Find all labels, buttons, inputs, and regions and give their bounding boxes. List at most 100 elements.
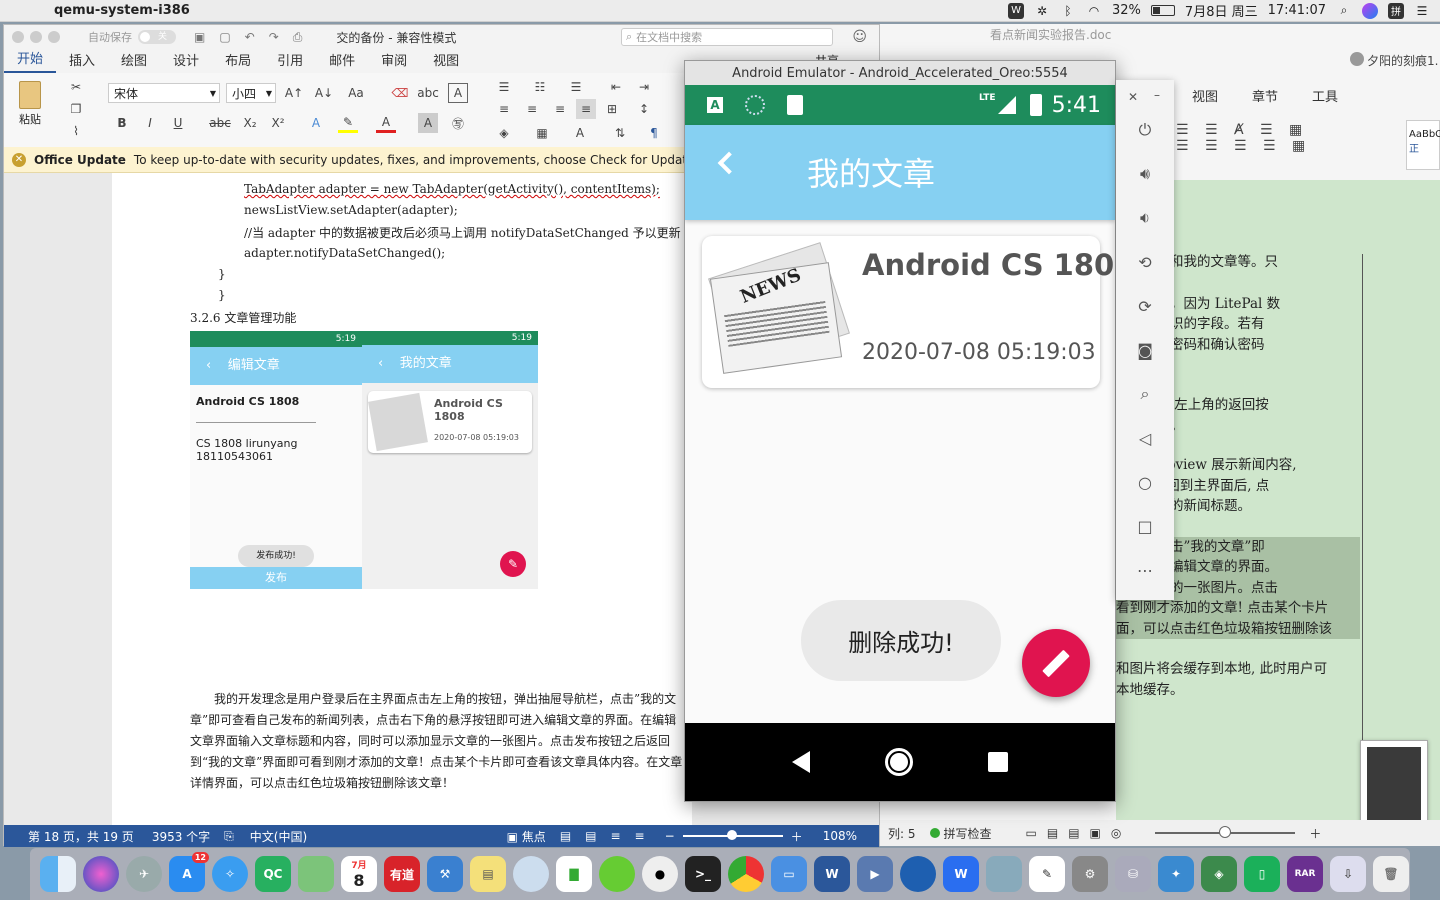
rotate-left-icon[interactable]: ⟲	[1131, 248, 1159, 276]
cut-icon[interactable]: ✂	[66, 77, 86, 97]
proofing-icon[interactable]: ⎘	[224, 829, 234, 844]
tab-view[interactable]: 视图	[420, 50, 472, 73]
language[interactable]: 中文(中国)	[250, 828, 307, 845]
gear-tray-icon[interactable]: ✲	[1034, 3, 1050, 19]
align-center-icon[interactable]: ≡	[522, 99, 542, 119]
tab-chapter[interactable]: 章节	[1252, 86, 1278, 118]
tab-tools[interactable]: 工具	[1312, 86, 1338, 118]
volume-up-icon[interactable]: 🔊︎	[1131, 160, 1159, 188]
green-tool-icon[interactable]: ▯	[1244, 856, 1280, 892]
strikethrough-icon[interactable]: abc	[209, 113, 231, 133]
tab-design[interactable]: 设计	[160, 50, 212, 73]
grow-font-icon[interactable]: A↑	[284, 83, 304, 103]
rotate-right-icon[interactable]: ⟳	[1131, 292, 1159, 320]
siri-icon[interactable]	[1362, 2, 1378, 19]
nav-recents-icon[interactable]	[987, 752, 1008, 772]
minimize-icon[interactable]: –	[1154, 88, 1160, 102]
keynote-icon[interactable]: ▭	[771, 856, 807, 892]
align-left-icon[interactable]: ≡	[494, 99, 514, 119]
phonetic-icon[interactable]: abc	[417, 83, 439, 103]
zoom-out-icon[interactable]: −	[665, 829, 675, 843]
quick-toolbar-icons[interactable]: ▣▢↶↷⎙	[194, 30, 316, 45]
text-effects-icon[interactable]: A	[306, 113, 326, 133]
android-studio-icon[interactable]: ✦	[1158, 856, 1194, 892]
underline-icon[interactable]: U	[168, 113, 188, 133]
show-marks-icon[interactable]: ¶	[644, 123, 664, 143]
bullets-icon[interactable]: ☰	[494, 77, 514, 97]
green-app-icon[interactable]	[599, 856, 635, 892]
calendar-icon[interactable]: 7月 8	[341, 856, 377, 892]
tab-mailings[interactable]: 邮件	[316, 50, 368, 73]
increase-indent-icon[interactable]: ⇥	[634, 77, 654, 97]
nav-back-icon[interactable]	[792, 751, 811, 773]
system-preferences-icon[interactable]: ⚙	[1072, 856, 1108, 892]
numbers-icon[interactable]: ▇	[556, 856, 592, 892]
font-color-icon[interactable]: A	[376, 113, 396, 133]
view-buttons[interactable]: ▤▤≡≡	[560, 829, 659, 843]
preview-icon[interactable]	[986, 856, 1022, 892]
update-close-icon[interactable]: ✕	[12, 152, 26, 167]
chrome-icon[interactable]	[728, 856, 764, 892]
sort-icon[interactable]: ⇅	[610, 123, 630, 143]
smiley-feedback-icon[interactable]: ☺	[852, 29, 867, 45]
decrease-indent-icon[interactable]: ⇤	[606, 77, 626, 97]
enclose-chars-icon[interactable]: ㊢	[448, 113, 468, 133]
maps-icon[interactable]	[298, 856, 334, 892]
close-icon[interactable]: ✕	[1128, 90, 1138, 104]
align-right-icon[interactable]: ≡	[550, 99, 570, 119]
font-name-select[interactable]: 宋体 ▼	[108, 83, 220, 103]
word-count[interactable]: 3953 个字	[152, 828, 210, 845]
word-app-icon[interactable]: W	[814, 856, 850, 892]
spell-check-icon[interactable]	[929, 828, 940, 838]
bluetooth-icon[interactable]: ᛒ	[1060, 3, 1076, 19]
focus-mode[interactable]: ▣ 焦点	[507, 828, 546, 845]
tab-layout[interactable]: 布局	[212, 50, 264, 73]
qc-icon[interactable]: QC	[255, 856, 291, 892]
copy-icon[interactable]: ❐	[66, 99, 86, 119]
wps-icon[interactable]: W	[943, 856, 979, 892]
change-case-icon[interactable]: Aa	[346, 83, 366, 103]
zoom-icon[interactable]: ⌕	[1131, 380, 1159, 408]
clear-format-icon[interactable]: ⌫	[390, 83, 410, 103]
zoom-slider[interactable]	[682, 830, 783, 840]
overview-icon[interactable]: □	[1131, 512, 1159, 540]
justify-icon[interactable]: ≡	[576, 99, 596, 119]
italic-icon[interactable]: I	[140, 113, 160, 133]
tab-insert[interactable]: 插入	[56, 50, 108, 73]
menubar-time[interactable]: 17:41:07	[1268, 3, 1326, 18]
numbering-icon[interactable]: ☷	[530, 77, 550, 97]
notification-center-icon[interactable]: ☰	[1414, 3, 1430, 19]
back-icon[interactable]: ◁	[1131, 424, 1159, 452]
siri-icon[interactable]	[83, 856, 119, 892]
volume-down-icon[interactable]: 🔉︎	[1131, 204, 1159, 232]
app-store-icon[interactable]: A 12	[169, 852, 209, 892]
textedit-icon[interactable]: ✎	[1029, 856, 1065, 892]
back-arrow-icon[interactable]	[717, 151, 741, 175]
view-mode-icons[interactable]: ▭▤▤▣◎	[1026, 826, 1132, 840]
bluetooth-app-icon[interactable]	[900, 856, 936, 892]
window-controls[interactable]	[12, 31, 60, 43]
tab-draw[interactable]: 绘图	[108, 50, 160, 73]
highlight-icon[interactable]: ✎	[338, 113, 358, 133]
android-emulator-icon[interactable]: ◈	[1201, 856, 1237, 892]
nav-home-icon[interactable]	[884, 748, 913, 776]
finder-icon[interactable]	[40, 856, 76, 892]
asian-layout-icon[interactable]: A	[570, 123, 590, 143]
subscript-icon[interactable]: X₂	[240, 113, 260, 133]
stickies-icon[interactable]: ▤	[470, 856, 506, 892]
multilevel-list-icon[interactable]: ☰	[566, 77, 586, 97]
bold-icon[interactable]: B	[112, 113, 132, 133]
wifi-icon[interactable]: ◠	[1086, 3, 1102, 19]
terminal-icon[interactable]: >_	[685, 856, 721, 892]
spotlight-search-icon[interactable]: ⌕	[1336, 3, 1352, 19]
input-method-icon[interactable]: 拼	[1388, 2, 1404, 19]
home-icon[interactable]: ○	[1131, 468, 1159, 496]
line-spacing-icon[interactable]: ↕	[634, 99, 654, 119]
tab-home[interactable]: 开始	[4, 48, 57, 73]
safari-icon[interactable]: ✧	[212, 856, 248, 892]
document-page[interactable]: TabAdapter adapter = new TabAdapter(getA…	[112, 173, 692, 825]
camera-icon[interactable]: ◙	[1131, 336, 1159, 364]
clock-icon[interactable]	[513, 856, 549, 892]
paste-button[interactable]: 粘贴	[14, 79, 46, 135]
tab-review[interactable]: 审阅	[368, 50, 420, 73]
